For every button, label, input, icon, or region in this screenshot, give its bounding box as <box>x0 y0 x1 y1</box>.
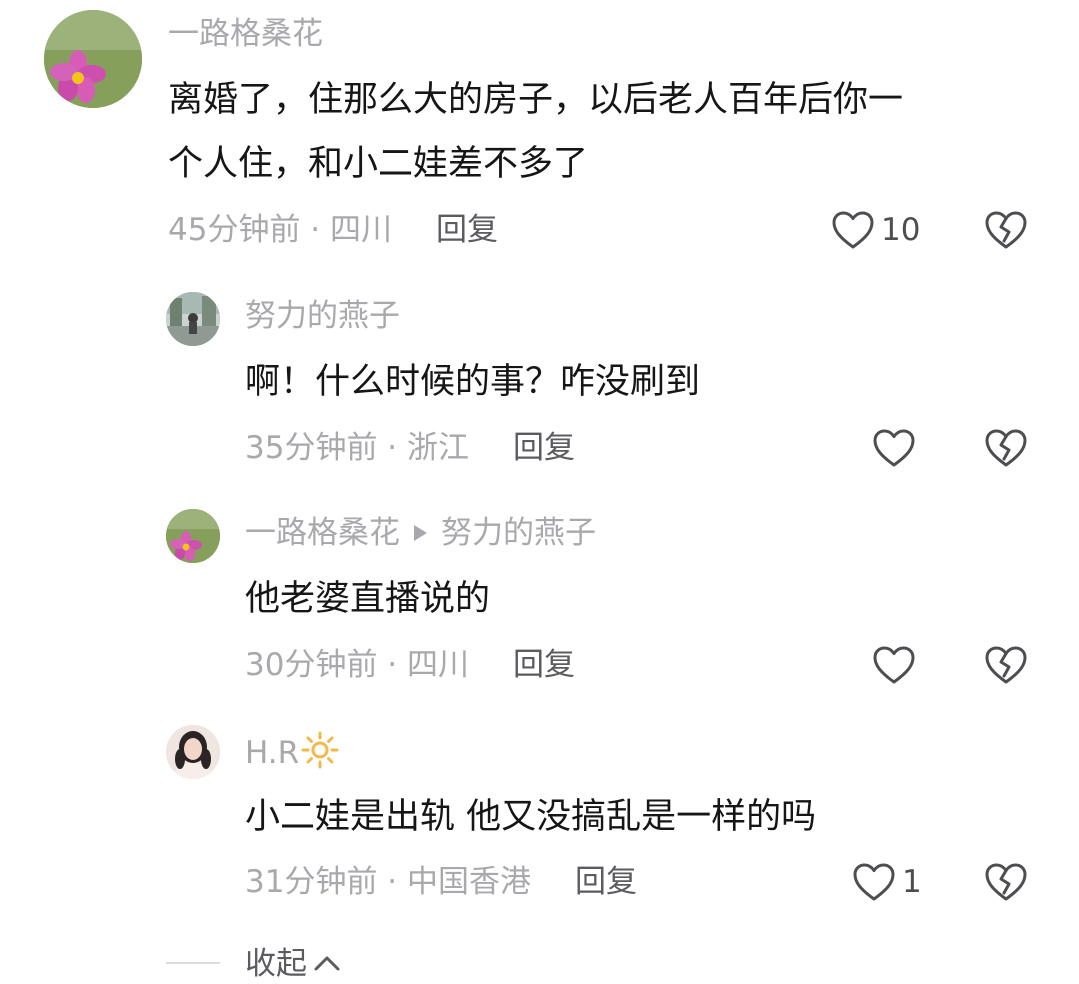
comment-time: 31分钟前 <box>245 864 378 900</box>
comment-meta: 30分钟前 · 四川 回复 <box>245 645 575 685</box>
comment-location: 中国香港 <box>407 864 532 900</box>
flower-avatar-image <box>44 10 142 108</box>
comment-location: 浙江 <box>407 430 470 466</box>
reply-target[interactable]: 努力的燕子 <box>441 515 596 551</box>
reply-arrow-icon <box>414 525 427 541</box>
heart-outline-icon[interactable] <box>831 210 875 250</box>
username-text[interactable]: H.R <box>245 735 299 771</box>
comment-text-line: 个人住，和小二娃差不多了 <box>168 144 589 184</box>
comment-username: H.R <box>245 731 339 779</box>
avatar[interactable] <box>166 509 220 563</box>
broken-heart-icon[interactable] <box>984 645 1028 685</box>
comment-username[interactable]: 一路格桑花 <box>168 14 323 54</box>
comment-location: 四川 <box>330 212 393 248</box>
broken-heart-icon[interactable] <box>984 862 1028 902</box>
like-count: 10 <box>881 212 921 248</box>
broken-heart-icon[interactable] <box>984 210 1028 250</box>
reply-button[interactable]: 回复 <box>513 430 575 466</box>
meta-separator: · <box>377 864 408 900</box>
sun-emoji-icon <box>301 731 339 779</box>
heart-outline-icon[interactable] <box>872 645 916 685</box>
comment-location: 四川 <box>407 647 470 683</box>
comment-text: 小二娃是出轨 他又没搞乱是一样的吗 <box>245 797 817 837</box>
comment-time: 35分钟前 <box>245 430 378 466</box>
comment-time: 45分钟前 <box>168 212 301 248</box>
comment-text: 他老婆直播说的 <box>245 579 491 619</box>
flower-avatar-image <box>166 509 220 563</box>
comment-text-line: 离婚了，住那么大的房子，以后老人百年后你一 <box>168 80 904 120</box>
outdoor-avatar-image <box>166 292 220 346</box>
like-count: 1 <box>902 864 922 900</box>
reply-author[interactable]: 一路格桑花 <box>245 515 400 551</box>
comment-username: 一路格桑花 努力的燕子 <box>245 513 596 553</box>
avatar[interactable] <box>166 292 220 346</box>
comment-meta: 31分钟前 · 中国香港 回复 <box>245 862 637 902</box>
heart-outline-icon[interactable] <box>872 428 916 468</box>
broken-heart-icon[interactable] <box>984 428 1028 468</box>
meta-separator: · <box>377 647 408 683</box>
collapse-replies-button[interactable]: 收起 <box>245 942 341 984</box>
portrait-avatar-image <box>166 725 220 779</box>
comment-username[interactable]: 努力的燕子 <box>245 296 400 336</box>
collapse-divider <box>166 962 220 964</box>
avatar[interactable] <box>166 725 220 779</box>
collapse-label: 收起 <box>245 946 307 982</box>
comment-text: 啊！什么时候的事？咋没刷到 <box>245 362 701 402</box>
chevron-up-icon <box>313 942 341 982</box>
reply-button[interactable]: 回复 <box>436 212 498 248</box>
reply-button[interactable]: 回复 <box>575 864 637 900</box>
comment-meta: 45分钟前 · 四川 回复 <box>168 210 498 250</box>
avatar[interactable] <box>44 10 142 108</box>
reply-button[interactable]: 回复 <box>513 647 575 683</box>
meta-separator: · <box>300 212 331 248</box>
comment-text: 离婚了，住那么大的房子，以后老人百年后你一 个人住，和小二娃差不多了 <box>168 70 1048 194</box>
comment-meta: 35分钟前 · 浙江 回复 <box>245 428 575 468</box>
meta-separator: · <box>377 430 408 466</box>
heart-outline-icon[interactable] <box>852 862 896 902</box>
comment-time: 30分钟前 <box>245 647 378 683</box>
